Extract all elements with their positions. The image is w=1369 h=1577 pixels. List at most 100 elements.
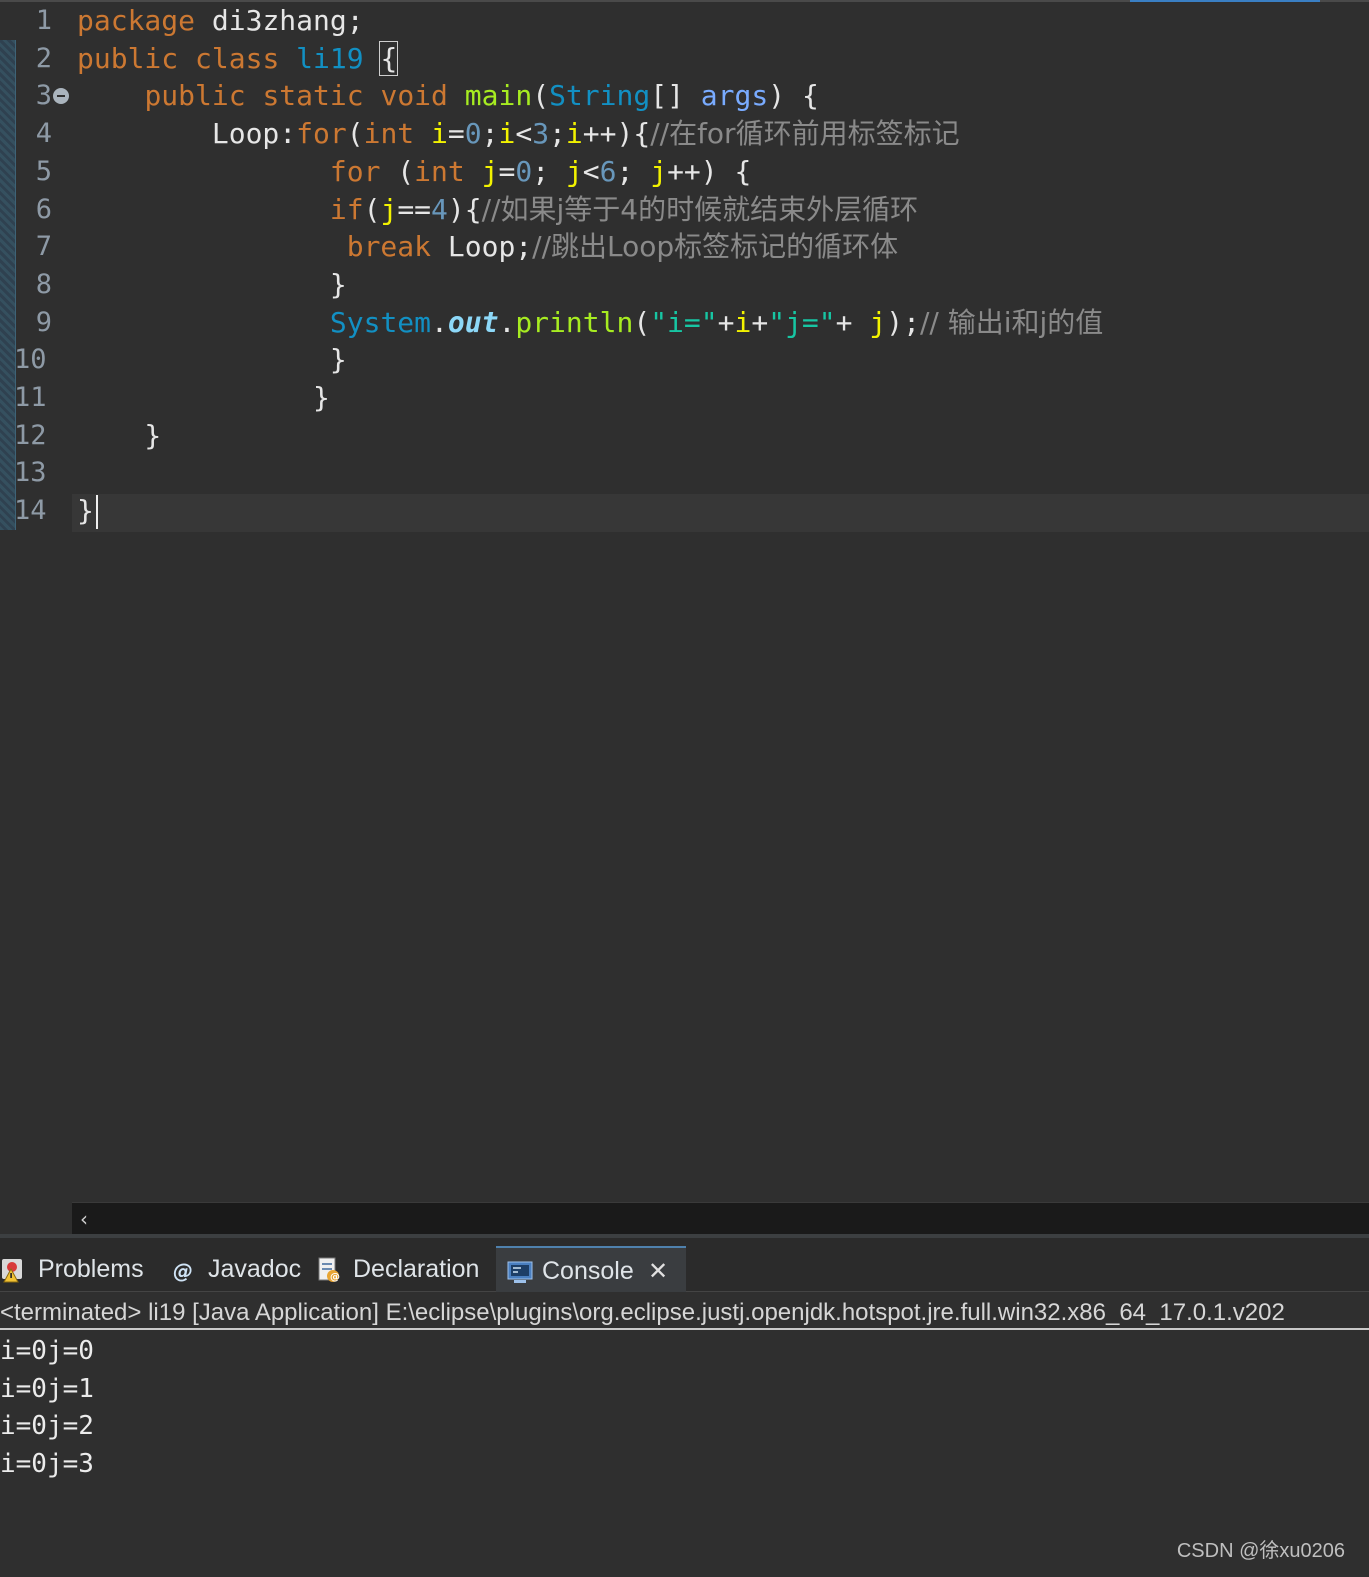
code-token: public bbox=[77, 41, 179, 75]
code-line[interactable]: 2 public class li19 { bbox=[0, 40, 1369, 78]
line-number: 13 bbox=[14, 457, 47, 489]
code-token: } bbox=[77, 381, 330, 414]
code-token: i bbox=[431, 117, 448, 151]
code-line[interactable]: 3 public static void main(String[] args)… bbox=[0, 77, 1369, 115]
code-token: out bbox=[447, 305, 499, 339]
line-number: 14 bbox=[14, 495, 47, 527]
code-token: ; bbox=[481, 117, 499, 151]
code-token: 4 bbox=[431, 192, 448, 226]
code-line[interactable]: 1 package di3zhang; bbox=[0, 2, 1369, 40]
code-token: Loop: bbox=[77, 117, 297, 151]
code-token: i bbox=[734, 305, 752, 339]
code-token: } bbox=[77, 494, 94, 528]
code-token: ( bbox=[633, 305, 651, 339]
code-text: public class li19 { bbox=[77, 40, 399, 78]
code-editor[interactable]: 1 package di3zhang; 2 public class li19 {3 … bbox=[0, 0, 1369, 1202]
code-text: } bbox=[77, 266, 347, 304]
tab-problems-label: Problems bbox=[38, 1255, 144, 1283]
code-token: = bbox=[447, 117, 465, 151]
code-token: li19 bbox=[296, 41, 364, 75]
code-line[interactable]: 10 } bbox=[0, 341, 1369, 379]
line-number: 3 bbox=[35, 80, 52, 112]
code-token: { bbox=[379, 40, 399, 76]
code-line[interactable]: 12 } bbox=[0, 417, 1369, 455]
console-output-line: i=0j=1 bbox=[0, 1373, 94, 1404]
code-token: println bbox=[515, 305, 634, 339]
line-number: 2 bbox=[35, 42, 52, 74]
problems-icon bbox=[2, 1259, 22, 1283]
code-line[interactable]: 7 break Loop;//跳出Loop标签标记的循环体 bbox=[0, 228, 1369, 266]
line-number: 9 bbox=[35, 306, 52, 338]
code-line[interactable]: 11 } bbox=[0, 379, 1369, 417]
code-token: 6 bbox=[599, 154, 617, 188]
code-token: break bbox=[346, 230, 432, 264]
code-token: package bbox=[77, 4, 196, 37]
code-text: } bbox=[77, 492, 98, 530]
tab-javadoc[interactable]: @ Javadoc bbox=[170, 1246, 305, 1292]
code-token: ++) { bbox=[667, 154, 752, 188]
code-token: j bbox=[869, 305, 887, 339]
code-token: j bbox=[481, 154, 499, 188]
code-line[interactable]: 4 Loop:for(int i=0;i<3;i++){//在for循环前用标签… bbox=[0, 115, 1369, 153]
code-line[interactable]: 6 if(j==4){//如果j等于4的时候就结束外层循环 bbox=[0, 191, 1369, 229]
line-number: 12 bbox=[14, 419, 47, 451]
line-number: 1 bbox=[35, 5, 52, 36]
code-token: 3 bbox=[532, 117, 550, 151]
tab-declaration[interactable]: @ Declaration bbox=[315, 1246, 493, 1292]
close-icon[interactable]: ✕ bbox=[648, 1248, 668, 1294]
code-line[interactable]: 14} bbox=[0, 492, 1369, 530]
code-token: String bbox=[549, 79, 651, 113]
code-token: public bbox=[144, 79, 246, 113]
code-line[interactable]: 8 } bbox=[0, 266, 1369, 304]
svg-text:@: @ bbox=[173, 1259, 193, 1283]
declaration-icon: @ bbox=[318, 1257, 340, 1283]
code-token: for bbox=[329, 154, 381, 188]
horizontal-scrollbar[interactable]: ‹ bbox=[72, 1202, 1369, 1234]
code-token: Loop; bbox=[431, 230, 533, 264]
line-number: 10 bbox=[14, 344, 47, 376]
tab-declaration-label: Declaration bbox=[353, 1255, 480, 1283]
code-line[interactable]: 13 bbox=[0, 454, 1369, 492]
bottom-panel: Problems @ Javadoc @ Declaration Console… bbox=[0, 1238, 1369, 1577]
line-number: 4 bbox=[35, 118, 52, 150]
scroll-left-icon[interactable]: ‹ bbox=[80, 1207, 88, 1231]
code-token: System bbox=[329, 305, 432, 339]
tab-problems[interactable]: Problems bbox=[0, 1246, 160, 1292]
code-text: public static void main(String[] args) { bbox=[77, 77, 819, 115]
code-token: ; bbox=[532, 154, 566, 188]
code-text: } bbox=[77, 341, 347, 379]
code-token: [] bbox=[650, 79, 701, 113]
code-token: di3zhang; bbox=[195, 4, 364, 37]
code-token: if bbox=[329, 192, 364, 226]
code-token: ( bbox=[532, 79, 550, 113]
code-line[interactable]: 5 for (int j=0; j<6; j++) { bbox=[0, 153, 1369, 191]
code-token: args bbox=[700, 79, 769, 113]
code-text: } bbox=[77, 379, 330, 417]
tab-console-label: Console bbox=[542, 1257, 634, 1285]
code-text: Loop:for(int i=0;i<3;i++){//在for循环前用标签标记 bbox=[77, 115, 960, 153]
collapse-icon[interactable] bbox=[53, 88, 69, 105]
code-token: ); bbox=[886, 305, 920, 339]
console-output-line: i=0j=0 bbox=[0, 1336, 94, 1366]
code-token: 0 bbox=[515, 154, 533, 188]
code-token: < bbox=[515, 117, 533, 151]
code-line[interactable]: 9 System.out.println("i="+i+"j="+ j);// … bbox=[0, 304, 1369, 342]
tab-console[interactable]: Console ✕ bbox=[496, 1246, 686, 1292]
code-token: // 输出i和j的值 bbox=[919, 305, 1104, 339]
code-token: for bbox=[296, 117, 347, 151]
code-token: //如果j等于4的时候就结束外层循环 bbox=[481, 192, 919, 226]
code-token: j bbox=[380, 192, 398, 226]
code-token: ) { bbox=[768, 79, 819, 113]
line-number: 5 bbox=[35, 155, 52, 187]
code-token: ){ bbox=[447, 192, 482, 226]
code-text: System.out.println("i="+i+"j="+ j);// 输出… bbox=[77, 304, 1103, 342]
code-token: class bbox=[195, 41, 280, 75]
code-token: "i=" bbox=[650, 305, 718, 339]
code-token: i bbox=[498, 117, 516, 151]
